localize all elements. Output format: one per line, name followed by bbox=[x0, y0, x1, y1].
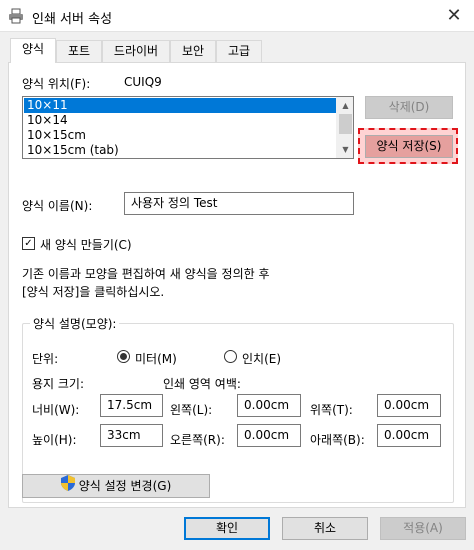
new-form-checkbox[interactable]: ✓ bbox=[22, 237, 35, 250]
bottom-margin-input[interactable]: 0.00cm bbox=[377, 424, 441, 447]
list-scrollbar[interactable]: ▲ ▼ bbox=[336, 97, 353, 158]
tab-ports[interactable]: 포트 bbox=[56, 40, 102, 62]
top-margin-label: 위쪽(T): bbox=[310, 403, 353, 417]
group-legend: 양식 설명(모양): bbox=[30, 315, 120, 332]
tab-security[interactable]: 보안 bbox=[170, 40, 216, 62]
form-name-label: 양식 이름(N): bbox=[22, 199, 93, 213]
left-margin-label: 왼쪽(L): bbox=[170, 403, 213, 417]
form-location-label: 양식 위치(F): bbox=[22, 77, 91, 91]
scroll-up-icon[interactable]: ▲ bbox=[337, 97, 353, 114]
paper-size-label: 용지 크기: bbox=[32, 377, 85, 391]
bottom-margin-label: 아래쪽(B): bbox=[310, 433, 365, 447]
forms-listbox[interactable]: 10×11 10×14 10×15cm 10×15cm (tab) ▲ ▼ bbox=[22, 96, 354, 159]
list-item[interactable]: 10×11 bbox=[24, 98, 337, 113]
list-item[interactable]: 10×14 bbox=[24, 113, 337, 128]
height-label: 높이(H): bbox=[32, 433, 77, 447]
metric-label: 미터(M) bbox=[135, 352, 177, 366]
width-label: 너비(W): bbox=[32, 403, 80, 417]
scroll-down-icon[interactable]: ▼ bbox=[337, 141, 353, 158]
metric-radio[interactable] bbox=[117, 350, 130, 363]
close-icon[interactable]: ✕ bbox=[440, 2, 468, 30]
change-settings-button[interactable]: 양식 설정 변경(G) bbox=[22, 474, 210, 498]
delete-button[interactable]: 삭제(D) bbox=[365, 96, 453, 119]
scroll-thumb[interactable] bbox=[339, 114, 352, 134]
apply-button[interactable]: 적용(A) bbox=[380, 517, 466, 540]
form-name-input[interactable]: 사용자 정의 Test bbox=[124, 192, 354, 215]
window-title: 인쇄 서버 속성 bbox=[32, 12, 113, 27]
ok-button[interactable]: 확인 bbox=[184, 517, 270, 540]
form-location-value: CUIQ9 bbox=[124, 75, 162, 89]
tab-advanced[interactable]: 고급 bbox=[216, 40, 262, 62]
height-input[interactable]: 33cm bbox=[100, 424, 163, 447]
shield-icon bbox=[60, 475, 75, 498]
change-settings-label: 양식 설정 변경(G) bbox=[78, 479, 172, 493]
list-item[interactable]: 10×15cm bbox=[24, 128, 337, 143]
instruction-line: 기존 이름과 모양을 편집하여 새 양식을 정의한 후 bbox=[22, 267, 270, 281]
new-form-label: 새 양식 만들기(C) bbox=[40, 238, 132, 252]
title-bar: 인쇄 서버 속성 ✕ bbox=[0, 0, 474, 32]
tab-drivers[interactable]: 드라이버 bbox=[102, 40, 170, 62]
right-margin-input[interactable]: 0.00cm bbox=[237, 424, 301, 447]
top-margin-input[interactable]: 0.00cm bbox=[377, 394, 441, 417]
inch-radio[interactable] bbox=[224, 350, 237, 363]
left-margin-input[interactable]: 0.00cm bbox=[237, 394, 301, 417]
cancel-button[interactable]: 취소 bbox=[282, 517, 368, 540]
printer-icon bbox=[8, 8, 24, 24]
list-item[interactable]: 10×15cm (tab) bbox=[24, 143, 337, 158]
instruction-line: [양식 저장]을 클릭하십시오. bbox=[22, 285, 165, 299]
save-form-button[interactable]: 양식 저장(S) bbox=[365, 135, 453, 158]
units-label: 단위: bbox=[32, 352, 59, 366]
inch-label: 인치(E) bbox=[242, 352, 282, 366]
width-input[interactable]: 17.5cm bbox=[100, 394, 163, 417]
tab-forms[interactable]: 양식 bbox=[10, 38, 56, 63]
margins-label: 인쇄 영역 여백: bbox=[163, 377, 241, 391]
right-margin-label: 오른쪽(R): bbox=[170, 433, 225, 447]
